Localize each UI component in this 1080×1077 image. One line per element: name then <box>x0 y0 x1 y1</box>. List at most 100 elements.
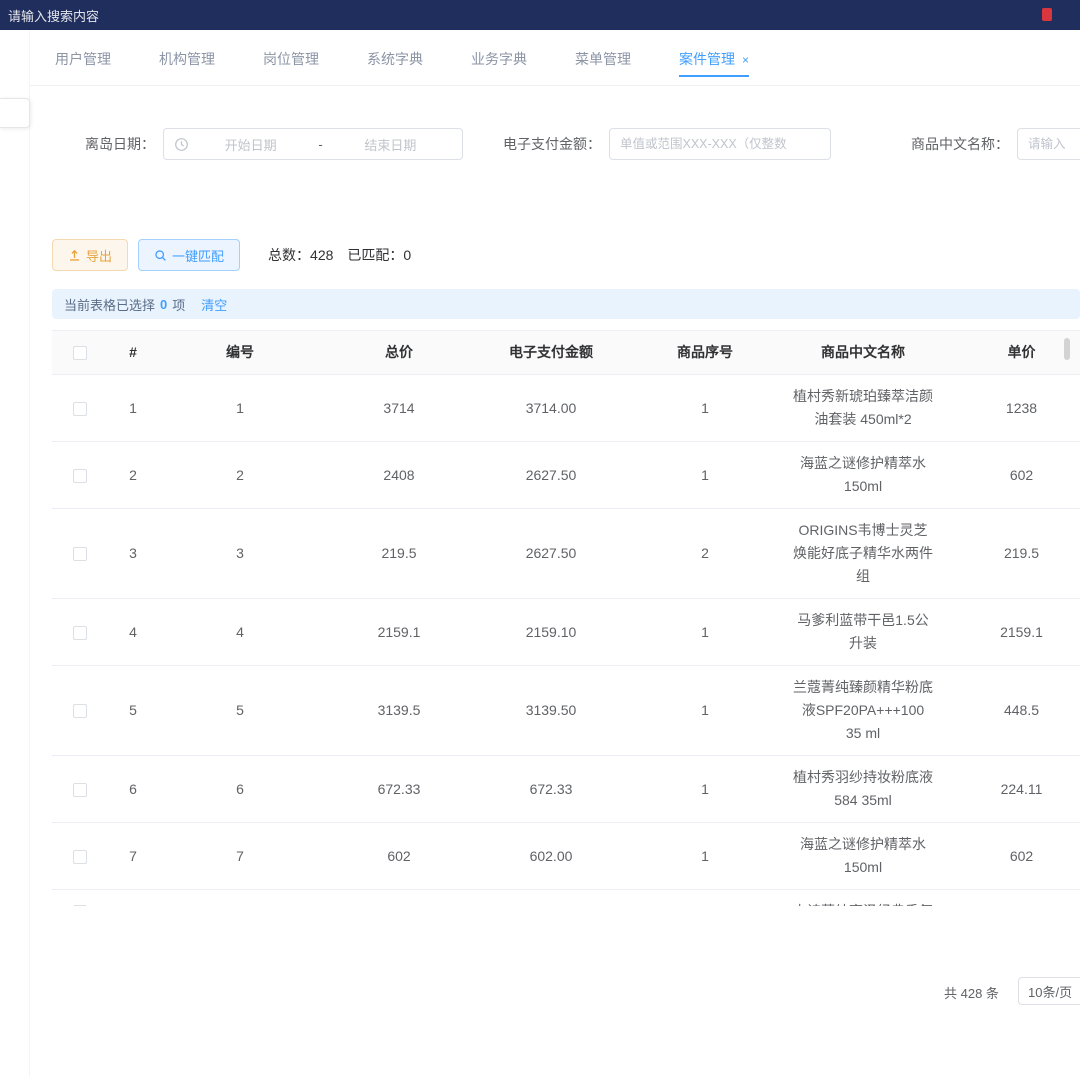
row-checkbox[interactable] <box>73 783 87 797</box>
matched-count-label: 已匹配： <box>347 245 403 265</box>
product-name-input[interactable] <box>1017 128 1080 160</box>
date-separator: - <box>312 137 328 152</box>
sidebar-strip <box>0 30 30 1077</box>
page-size-select[interactable]: 10条/页 <box>1018 977 1080 1005</box>
cell-name: 兰蔻菁纯臻颜精华粉底液SPF20PA+++100 35 ml <box>785 666 941 756</box>
tab-menu-mgmt[interactable]: 菜单管理 <box>575 43 631 83</box>
tab-business-dict[interactable]: 业务字典 <box>471 43 527 83</box>
cell-index: 2 <box>107 442 159 509</box>
col-unit: 单价 <box>941 331 1080 375</box>
toolbar: 导出 一键匹配 总数：428已匹配：0 <box>52 239 411 271</box>
notification-badge-icon[interactable] <box>1042 8 1052 21</box>
cell-index: 8 <box>107 890 159 907</box>
page-size-value: 10条/页 <box>1028 982 1072 1001</box>
col-index: # <box>107 331 159 375</box>
tab-orgs[interactable]: 机构管理 <box>159 43 215 83</box>
cell-seq: 1 <box>625 666 785 756</box>
row-checkbox[interactable] <box>73 626 87 640</box>
export-label: 导出 <box>86 246 112 265</box>
table-row: 6 6 672.33 672.33 1 植村秀羽纱持妆粉底液 584 35ml … <box>52 756 1080 823</box>
cell-seq: 1 <box>625 375 785 442</box>
date-end-input[interactable]: 结束日期 <box>329 135 452 154</box>
cell-name: 植村秀羽纱持妆粉底液 584 35ml <box>785 756 941 823</box>
tab-label: 案件管理 <box>679 51 735 67</box>
search-icon <box>154 249 167 262</box>
one-key-match-button[interactable]: 一键匹配 <box>138 239 240 271</box>
global-search-input[interactable]: 请输入搜索内容 <box>8 6 99 25</box>
cell-index: 5 <box>107 666 159 756</box>
row-checkbox[interactable] <box>73 402 87 416</box>
pagination-total: 共 428 条 <box>944 983 999 1002</box>
col-total: 总价 <box>321 331 477 375</box>
row-checkbox[interactable] <box>73 704 87 718</box>
cell-unit: 2159.1 <box>941 599 1080 666</box>
cell-name: 海蓝之谜修护精萃水 150ml <box>785 442 941 509</box>
payment-amount-input[interactable] <box>609 128 831 160</box>
cell-unit: 435.15 <box>941 890 1080 907</box>
cell-name: 植村秀新琥珀臻萃洁颜油套装 450ml*2 <box>785 375 941 442</box>
table-row: 1 1 3714 3714.00 1 植村秀新琥珀臻萃洁颜油套装 450ml*2… <box>52 375 1080 442</box>
date-range-picker[interactable]: 开始日期 - 结束日期 <box>163 128 463 160</box>
cell-code: 1 <box>159 375 321 442</box>
col-epay: 电子支付金额 <box>477 331 625 375</box>
table-row: 2 2 2408 2627.50 1 海蓝之谜修护精萃水 150ml 602 <box>52 442 1080 509</box>
selection-count: 0 <box>160 297 167 312</box>
row-checkbox[interactable] <box>73 905 87 906</box>
cell-total: 3139.5 <box>321 666 477 756</box>
data-table: # 编号 总价 电子支付金额 商品序号 商品中文名称 单价 1 1 3714 3… <box>52 330 1080 906</box>
cell-epay: 2627.50 <box>477 509 625 599</box>
filter-row: 离岛日期： 开始日期 - 结束日期 电子支付金额： 商品中文名称： <box>85 128 1080 160</box>
cell-epay: 672.33 <box>477 756 625 823</box>
cell-seq: 2 <box>625 509 785 599</box>
table-row: 8 8 1305.45 1305.45 1 卡诗菁纯亮泽经典香氛 435.15 <box>52 890 1080 907</box>
tab-case-mgmt[interactable]: 案件管理 × <box>679 43 749 83</box>
match-label: 一键匹配 <box>172 246 224 265</box>
date-start-input[interactable]: 开始日期 <box>189 135 312 154</box>
cell-total: 602 <box>321 823 477 890</box>
cell-seq: 1 <box>625 442 785 509</box>
cell-seq: 1 <box>625 756 785 823</box>
date-filter-label: 离岛日期： <box>85 134 155 154</box>
table-scrollbar[interactable] <box>1064 338 1070 360</box>
cell-name: 海蓝之谜修护精萃水 150ml <box>785 823 941 890</box>
cell-unit: 219.5 <box>941 509 1080 599</box>
cell-unit: 1238 <box>941 375 1080 442</box>
selection-prefix: 当前表格已选择 <box>64 295 155 314</box>
cell-code: 5 <box>159 666 321 756</box>
cell-epay: 1305.45 <box>477 890 625 907</box>
cell-total: 3714 <box>321 375 477 442</box>
cell-code: 4 <box>159 599 321 666</box>
export-button[interactable]: 导出 <box>52 239 128 271</box>
tab-users[interactable]: 用户管理 <box>55 43 111 83</box>
sidebar-collapse-button[interactable] <box>0 98 30 128</box>
selection-suffix: 项 <box>172 295 185 314</box>
cell-total: 672.33 <box>321 756 477 823</box>
table-row: 3 3 219.5 2627.50 2 ORIGINS韦博士灵芝焕能好底子精华水… <box>52 509 1080 599</box>
tab-close-icon[interactable]: × <box>742 53 749 67</box>
table-header-row: # 编号 总价 电子支付金额 商品序号 商品中文名称 单价 <box>52 331 1080 375</box>
tab-positions[interactable]: 岗位管理 <box>263 43 319 83</box>
tab-system-dict[interactable]: 系统字典 <box>367 43 423 83</box>
cell-code: 7 <box>159 823 321 890</box>
payment-amount-label: 电子支付金额： <box>503 134 601 154</box>
cell-seq: 1 <box>625 890 785 907</box>
clear-selection-link[interactable]: 清空 <box>201 295 227 314</box>
col-code: 编号 <box>159 331 321 375</box>
cell-code: 8 <box>159 890 321 907</box>
select-all-checkbox[interactable] <box>73 346 87 360</box>
row-checkbox[interactable] <box>73 850 87 864</box>
cell-name: 马爹利蓝带干邑1.5公升装 <box>785 599 941 666</box>
cell-epay: 3139.50 <box>477 666 625 756</box>
col-seq: 商品序号 <box>625 331 785 375</box>
cell-epay: 3714.00 <box>477 375 625 442</box>
stats-text: 总数：428已匹配：0 <box>268 245 411 265</box>
cell-index: 1 <box>107 375 159 442</box>
matched-count-value: 0 <box>403 247 411 263</box>
cell-total: 2159.1 <box>321 599 477 666</box>
clock-icon <box>174 137 189 152</box>
cell-code: 2 <box>159 442 321 509</box>
cell-index: 4 <box>107 599 159 666</box>
row-checkbox[interactable] <box>73 547 87 561</box>
row-checkbox[interactable] <box>73 469 87 483</box>
cell-unit: 602 <box>941 442 1080 509</box>
